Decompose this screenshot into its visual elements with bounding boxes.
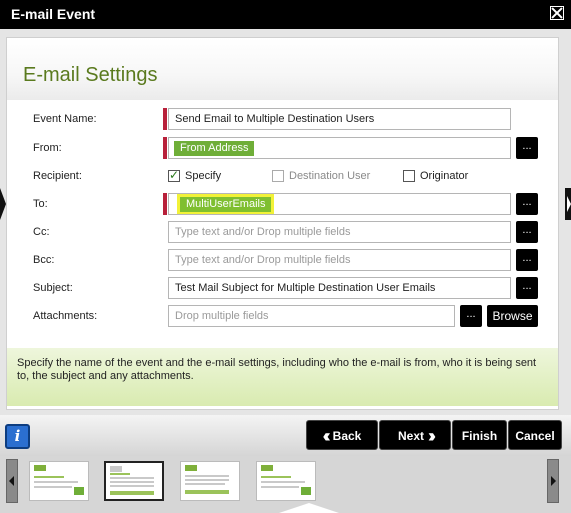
info-icon[interactable]: i — [5, 424, 30, 449]
cc-field[interactable]: Type text and/or Drop multiple fields — [168, 221, 511, 243]
event-name-input[interactable]: Send Email to Multiple Destination Users — [168, 108, 511, 130]
back-label: Back — [332, 429, 362, 443]
help-text: Specify the name of the event and the e-… — [17, 357, 537, 382]
destination-user-label: Destination User — [289, 170, 371, 182]
close-icon[interactable] — [550, 6, 564, 20]
specify-checkbox[interactable] — [168, 168, 180, 182]
attachments-field[interactable]: Drop multiple fields — [168, 305, 455, 327]
required-marker — [163, 137, 167, 159]
subject-input[interactable]: Test Mail Subject for Multiple Destinati… — [168, 277, 511, 299]
page-title: E-mail Settings — [23, 64, 158, 86]
thumbnail-scroll-left-button[interactable] — [6, 459, 18, 503]
chevron-right-icon: ›› — [428, 426, 436, 446]
bcc-label: Bcc: — [33, 254, 55, 266]
chevron-left-icon: ‹‹ — [322, 426, 331, 446]
to-ellipsis-button[interactable] — [516, 193, 538, 215]
cancel-button[interactable]: Cancel — [508, 420, 562, 450]
thumbnail-page-2[interactable] — [104, 461, 164, 501]
originator-label[interactable]: Originator — [420, 170, 468, 182]
back-button[interactable]: ‹‹ Back — [306, 420, 378, 450]
attachments-label: Attachments: — [33, 310, 98, 322]
left-side-tab[interactable] — [0, 188, 6, 220]
title-bar: E-mail Event — [0, 0, 571, 29]
finish-button[interactable]: Finish — [452, 420, 507, 450]
bcc-field[interactable]: Type text and/or Drop multiple fields — [168, 249, 511, 271]
required-marker — [163, 193, 167, 215]
required-marker — [163, 108, 167, 130]
attachments-placeholder: Drop multiple fields — [175, 310, 269, 322]
cc-ellipsis-button[interactable] — [516, 221, 538, 243]
subject-label: Subject: — [33, 282, 73, 294]
next-button[interactable]: Next ›› — [379, 420, 451, 450]
thumbnail-scroll-right-button[interactable] — [547, 459, 559, 503]
browse-button[interactable]: Browse — [487, 305, 538, 327]
from-field[interactable]: From Address — [168, 137, 511, 159]
thumbnail-page-4[interactable] — [256, 461, 316, 501]
bcc-placeholder: Type text and/or Drop multiple fields — [175, 254, 351, 266]
multi-user-emails-token[interactable]: MultiUserEmails — [180, 197, 272, 212]
originator-checkbox[interactable] — [403, 170, 415, 182]
destination-user-checkbox — [272, 170, 284, 182]
thumbnail-page-3[interactable] — [180, 461, 240, 501]
next-label: Next — [397, 429, 424, 443]
help-panel: Specify the name of the event and the e-… — [7, 348, 558, 406]
specify-label[interactable]: Specify — [185, 170, 221, 182]
window-title: E-mail Event — [11, 6, 96, 22]
from-address-token[interactable]: From Address — [174, 141, 255, 156]
bcc-ellipsis-button[interactable] — [516, 249, 538, 271]
cc-label: Cc: — [33, 226, 50, 238]
thumbnail-page-1[interactable] — [29, 461, 89, 501]
subject-ellipsis-button[interactable] — [516, 277, 538, 299]
cc-placeholder: Type text and/or Drop multiple fields — [175, 226, 351, 238]
from-ellipsis-button[interactable] — [516, 137, 538, 159]
to-field[interactable]: MultiUserEmails — [168, 193, 511, 215]
from-label: From: — [33, 142, 62, 154]
thumbnail-pointer — [279, 503, 339, 513]
recipient-label: Recipient: — [33, 170, 82, 182]
event-name-label: Event Name: — [33, 113, 97, 125]
to-label: To: — [33, 198, 48, 210]
right-side-tab-arrow-icon — [567, 196, 571, 212]
attachments-ellipsis-button[interactable] — [460, 305, 482, 327]
